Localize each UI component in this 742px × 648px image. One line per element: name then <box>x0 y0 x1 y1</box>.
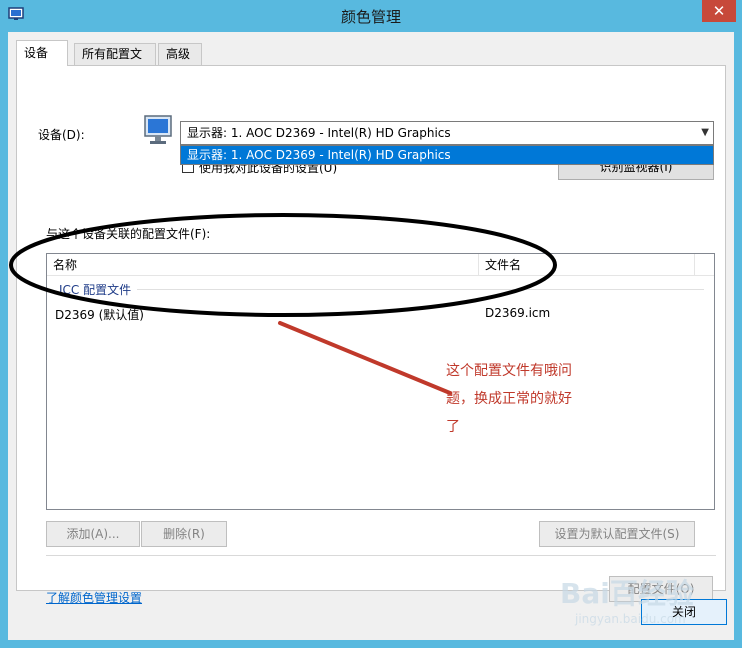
chevron-down-icon[interactable]: ▼ <box>701 122 709 144</box>
tab-advanced[interactable]: 高级 <box>158 43 202 65</box>
profiles-list[interactable]: 名称 文件名 ICC 配置文件 D2369 (默认值) D2369.icm <box>46 253 715 510</box>
watermark-logo: Bai百经验 <box>560 577 694 610</box>
close-icon[interactable]: ✕ <box>702 0 736 22</box>
device-combobox[interactable]: 显示器: 1. AOC D2369 - Intel(R) HD Graphics… <box>180 121 714 145</box>
window-title: 颜色管理 <box>340 8 401 26</box>
set-default-button[interactable]: 设置为默认配置文件(S) <box>539 521 695 547</box>
annotation-line-1: 这个配置文件有哦问 <box>446 363 572 379</box>
device-label: 设备(D): <box>38 128 85 142</box>
add-button[interactable]: 添加(A)... <box>46 521 140 547</box>
dialog-body: 设备 所有配置文件 高级 设备(D): 显示器: 1. AOC D2369 - … <box>8 32 734 640</box>
divider <box>46 555 716 556</box>
column-header-name[interactable]: 名称 <box>47 254 479 276</box>
tab-devices[interactable]: 设备 <box>16 40 68 66</box>
annotation-line-2: 题，换成正常的就好 <box>446 391 572 407</box>
monitor-icon <box>144 115 172 144</box>
learn-more-link[interactable]: 了解颜色管理设置 <box>46 589 142 606</box>
column-header-filename[interactable]: 文件名 <box>479 254 695 276</box>
table-row-name[interactable]: D2369 (默认值) <box>55 306 144 323</box>
tab-all-profiles[interactable]: 所有配置文件 <box>74 43 156 81</box>
device-dropdown-option[interactable]: 显示器: 1. AOC D2369 - Intel(R) HD Graphics <box>180 145 714 165</box>
watermark-url: jingyan.baidu.com <box>575 612 686 626</box>
group-header: ICC 配置文件 <box>59 283 132 297</box>
annotation-line-3: 了 <box>446 419 460 435</box>
title-bar: 颜色管理 ✕ <box>0 0 742 32</box>
table-row-file[interactable]: D2369.icm <box>485 306 550 320</box>
remove-button[interactable]: 删除(R) <box>141 521 227 547</box>
tab-panel: 设备(D): 显示器: 1. AOC D2369 - Intel(R) HD G… <box>16 65 726 605</box>
annotation-text: 这个配置文件有哦问 题，换成正常的就好 了 <box>446 357 606 441</box>
profiles-section-label: 与这个设备关联的配置文件(F): <box>46 227 211 241</box>
group-divider <box>137 289 704 290</box>
device-selected-text: 显示器: 1. AOC D2369 - Intel(R) HD Graphics <box>187 126 451 140</box>
list-header: 名称 文件名 <box>47 254 714 276</box>
